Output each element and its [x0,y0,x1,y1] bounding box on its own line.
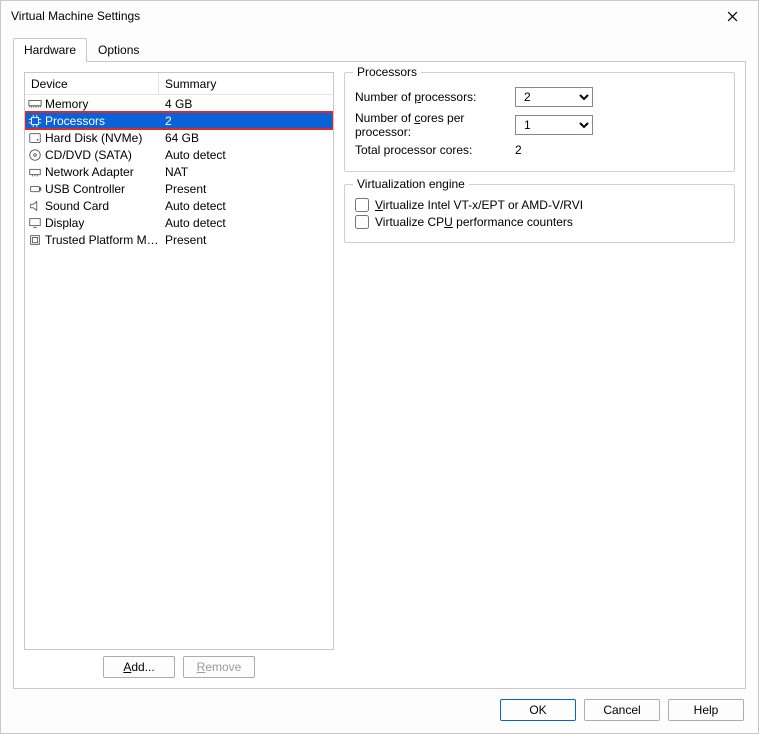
cd-icon [27,147,43,163]
device-row-memory[interactable]: Memory4 GB [25,95,333,112]
virtualization-group-title: Virtualization engine [353,177,469,191]
memory-icon [27,96,43,112]
processors-group-title: Processors [353,65,421,79]
virtualize-vt-checkbox[interactable] [355,198,369,212]
vm-settings-dialog: Virtual Machine Settings Hardware Option… [0,0,759,734]
total-cores-value: 2 [515,143,522,157]
device-list: Device Summary Memory4 GBProcessors2Hard… [24,72,334,650]
device-name: Sound Card [43,199,159,213]
device-row-disk[interactable]: Hard Disk (NVMe)64 GB [25,129,333,146]
ok-button[interactable]: OK [500,699,576,721]
close-button[interactable] [714,2,750,30]
sound-icon [27,198,43,214]
disk-icon [27,130,43,146]
tpm-icon [27,232,43,248]
device-name: Network Adapter [43,165,159,179]
device-summary: Auto detect [159,216,333,230]
device-row-net[interactable]: Network AdapterNAT [25,163,333,180]
help-button[interactable]: Help [668,699,744,721]
tab-strip: Hardware Options [1,31,758,61]
add-button[interactable]: Add... [103,656,175,678]
device-row-display[interactable]: DisplayAuto detect [25,214,333,231]
device-summary: 4 GB [159,97,333,111]
usb-icon [27,181,43,197]
device-summary: Auto detect [159,148,333,162]
device-summary: Present [159,233,333,247]
device-name: Trusted Platform Mo… [43,233,159,247]
tab-hardware[interactable]: Hardware [13,38,87,62]
net-icon [27,164,43,180]
cores-per-proc-label: Number of cores per processor: [355,111,515,139]
cores-per-proc-select[interactable]: 1 [515,115,593,135]
device-name: Display [43,216,159,230]
device-name: USB Controller [43,182,159,196]
titlebar: Virtual Machine Settings [1,1,758,31]
device-name: Memory [43,97,159,111]
device-row-cpu[interactable]: Processors2 [25,112,333,129]
device-row-sound[interactable]: Sound CardAuto detect [25,197,333,214]
device-summary: 64 GB [159,131,333,145]
device-row-cd[interactable]: CD/DVD (SATA)Auto detect [25,146,333,163]
num-processors-select[interactable]: 2 [515,87,593,107]
device-list-header: Device Summary [25,73,333,95]
num-processors-label: Number of processors: [355,90,515,104]
virtualization-group: Virtualization engine Virtualize Intel V… [344,184,735,243]
virtualize-perf-label: Virtualize CPU performance counters [375,215,573,229]
device-summary: Auto detect [159,199,333,213]
close-icon [727,11,738,22]
device-row-tpm[interactable]: Trusted Platform Mo…Present [25,231,333,248]
processors-group: Processors Number of processors: 2 Numbe… [344,72,735,172]
tab-options[interactable]: Options [87,38,150,62]
device-list-body: Memory4 GBProcessors2Hard Disk (NVMe)64 … [25,95,333,248]
virtualize-vt-label: Virtualize Intel VT-x/EPT or AMD-V/RVI [375,198,583,212]
display-icon [27,215,43,231]
device-row-usb[interactable]: USB ControllerPresent [25,180,333,197]
hardware-panel: Device Summary Memory4 GBProcessors2Hard… [13,61,746,689]
device-name: Hard Disk (NVMe) [43,131,159,145]
device-summary: Present [159,182,333,196]
cancel-button[interactable]: Cancel [584,699,660,721]
dialog-footer: OK Cancel Help [1,689,758,733]
cpu-icon [27,113,43,129]
device-summary: 2 [159,114,333,128]
window-title: Virtual Machine Settings [11,9,140,23]
device-name: CD/DVD (SATA) [43,148,159,162]
total-cores-label: Total processor cores: [355,143,515,157]
remove-button[interactable]: Remove [183,656,255,678]
col-summary[interactable]: Summary [159,77,333,91]
virtualize-perf-checkbox[interactable] [355,215,369,229]
device-summary: NAT [159,165,333,179]
col-device[interactable]: Device [25,73,159,94]
device-name: Processors [43,114,159,128]
